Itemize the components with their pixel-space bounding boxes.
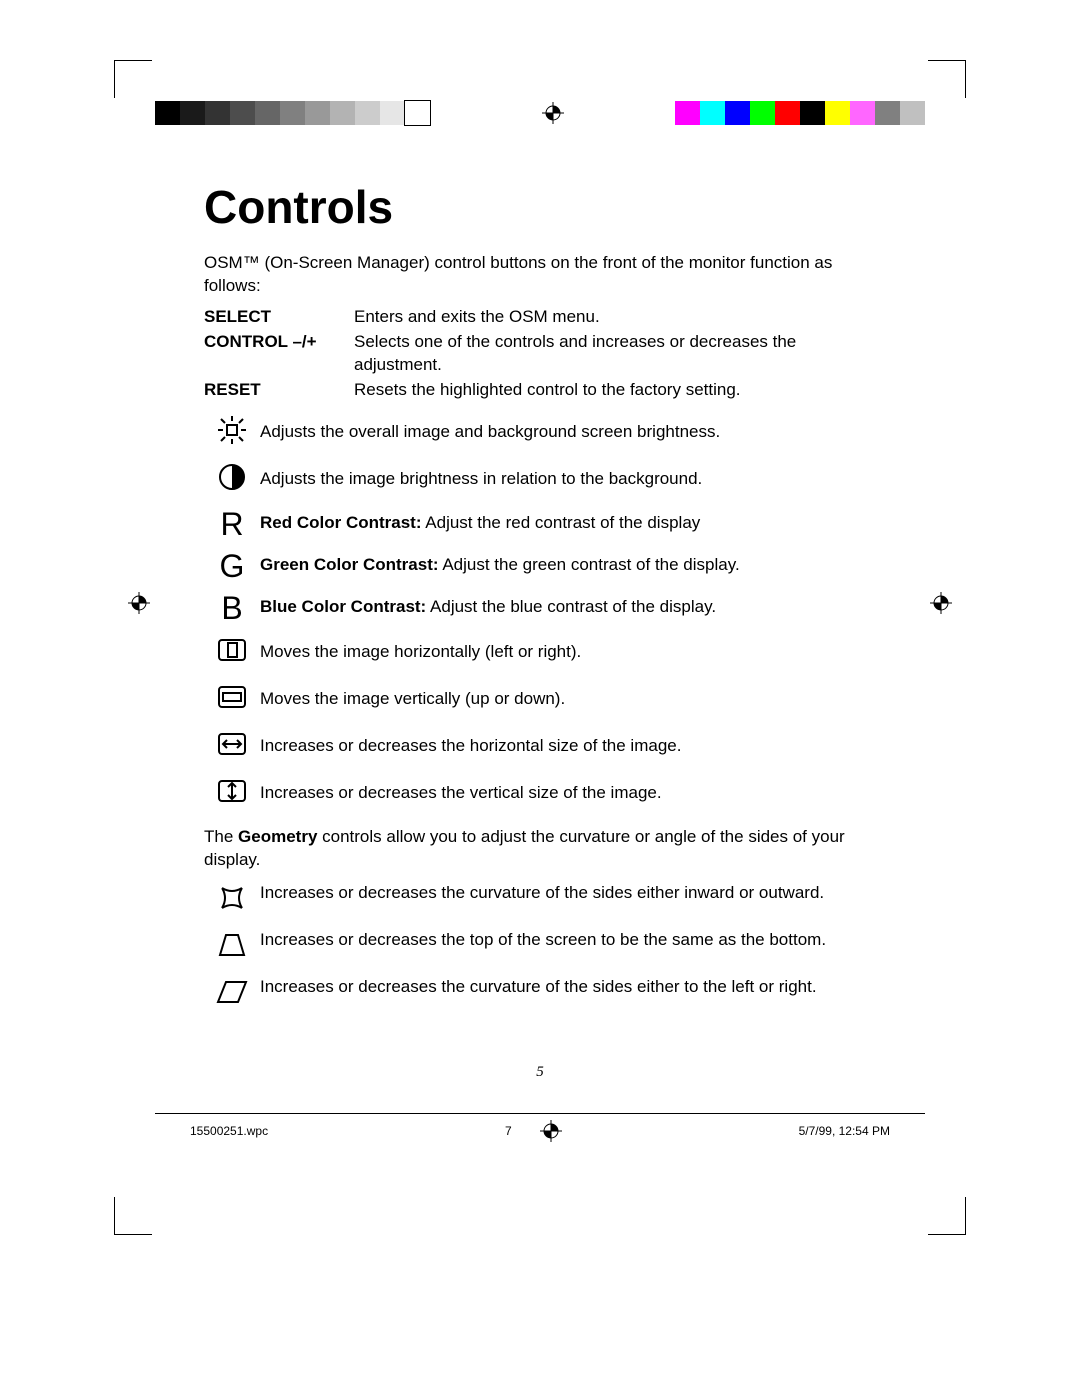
footer-filename: 15500251.wpc xyxy=(190,1124,268,1138)
registration-mark-left-icon xyxy=(128,592,150,614)
control-row: Adjusts the image brightness in relation… xyxy=(204,461,880,498)
control-text: Increases or decreases the horizontal si… xyxy=(260,736,681,755)
control-text: Increases or decreases the vertical size… xyxy=(260,783,662,802)
color-swatch xyxy=(725,101,750,125)
color-swatch xyxy=(850,101,875,125)
registration-mark-footer-icon xyxy=(540,1120,562,1142)
vpos-icon xyxy=(216,681,248,718)
pincushion-icon xyxy=(216,882,248,919)
gray-swatch xyxy=(205,101,230,125)
control-row: Moves the image vertically (up or down). xyxy=(204,681,880,718)
trapezoid-icon xyxy=(216,929,248,966)
page-number: 5 xyxy=(0,1064,1080,1081)
letter-g-icon: G xyxy=(216,550,248,582)
page-footer: 15500251.wpc 7 5/7/99, 12:54 PM xyxy=(190,1120,890,1142)
control-text: Moves the image horizontally (left or ri… xyxy=(260,642,581,661)
page-title: Controls xyxy=(204,180,880,234)
crop-mark-bl xyxy=(114,1197,152,1235)
geometry-row: Increases or decreases the top of the sc… xyxy=(204,929,880,966)
gray-swatch xyxy=(255,101,280,125)
definition-term: RESET xyxy=(204,379,354,402)
control-text: Adjust the red contrast of the display xyxy=(422,513,701,532)
brightness-icon xyxy=(216,414,248,451)
control-bold: Green Color Contrast: xyxy=(260,555,439,574)
definition-row: SELECTEnters and exits the OSM menu. xyxy=(204,306,880,329)
control-text: Adjust the green contrast of the display… xyxy=(439,555,740,574)
color-swatch xyxy=(900,101,925,125)
control-row: Adjusts the overall image and background… xyxy=(204,414,880,451)
page-content: Controls OSM™ (On-Screen Manager) contro… xyxy=(204,170,880,1023)
definitions-list: SELECTEnters and exits the OSM menu.CONT… xyxy=(204,306,880,402)
geometry-text: Increases or decreases the curvature of … xyxy=(260,977,817,996)
vsize-icon xyxy=(216,775,248,812)
color-swatch xyxy=(675,101,700,125)
color-swatch xyxy=(775,101,800,125)
footer-sheet: 7 xyxy=(505,1124,512,1138)
geometry-intro-bold: Geometry xyxy=(238,827,317,846)
hsize-icon xyxy=(216,728,248,765)
crop-mark-tr xyxy=(928,60,966,98)
crop-mark-br xyxy=(928,1197,966,1235)
gray-swatch xyxy=(355,101,380,125)
control-row: Moves the image horizontally (left or ri… xyxy=(204,634,880,671)
control-bold: Blue Color Contrast: xyxy=(260,597,426,616)
letter-b-icon: B xyxy=(216,592,248,624)
geometry-intro-before: The xyxy=(204,827,238,846)
color-swatch xyxy=(750,101,775,125)
gray-swatch xyxy=(230,101,255,125)
control-row: G Green Color Contrast: Adjust the green … xyxy=(204,550,880,582)
intro-paragraph: OSM™ (On-Screen Manager) control buttons… xyxy=(204,252,880,298)
gray-swatch xyxy=(405,101,430,125)
geometry-row: Increases or decreases the curvature of … xyxy=(204,882,880,919)
registration-mark-right-icon xyxy=(930,592,952,614)
control-text: Adjusts the overall image and background… xyxy=(260,422,720,441)
geometry-row: Increases or decreases the curvature of … xyxy=(204,976,880,1013)
geometry-intro: The Geometry controls allow you to adjus… xyxy=(204,826,880,872)
definition-desc: Selects one of the controls and increase… xyxy=(354,331,880,377)
control-row: B Blue Color Contrast: Adjust the blue co… xyxy=(204,592,880,624)
controls-list: Adjusts the overall image and background… xyxy=(204,414,880,812)
color-swatch xyxy=(700,101,725,125)
color-calibration-bar xyxy=(155,101,925,125)
control-row: Increases or decreases the horizontal si… xyxy=(204,728,880,765)
geometry-text: Increases or decreases the curvature of … xyxy=(260,883,824,902)
registration-mark-icon xyxy=(542,102,564,124)
gray-swatch xyxy=(330,101,355,125)
definition-term: CONTROL –/+ xyxy=(204,331,354,377)
hpos-icon xyxy=(216,634,248,671)
definition-term: SELECT xyxy=(204,306,354,329)
control-row: Increases or decreases the vertical size… xyxy=(204,775,880,812)
geometry-text: Increases or decreases the top of the sc… xyxy=(260,930,826,949)
definition-desc: Resets the highlighted control to the fa… xyxy=(354,379,880,402)
geometry-list: Increases or decreases the curvature of … xyxy=(204,882,880,1013)
color-swatch xyxy=(825,101,850,125)
definition-row: RESETResets the highlighted control to t… xyxy=(204,379,880,402)
crop-mark-tl xyxy=(114,60,152,98)
control-text: Moves the image vertically (up or down). xyxy=(260,689,565,708)
color-swatch xyxy=(875,101,900,125)
gray-swatch xyxy=(305,101,330,125)
gray-swatch xyxy=(155,101,180,125)
parallelogram-icon xyxy=(216,976,248,1013)
definition-desc: Enters and exits the OSM menu. xyxy=(354,306,880,329)
gray-swatch xyxy=(280,101,305,125)
control-text: Adjust the blue contrast of the display. xyxy=(426,597,716,616)
footer-timestamp: 5/7/99, 12:54 PM xyxy=(799,1124,890,1138)
definition-row: CONTROL –/+Selects one of the controls a… xyxy=(204,331,880,377)
control-text: Adjusts the image brightness in relation… xyxy=(260,469,702,488)
color-swatch xyxy=(800,101,825,125)
control-row: R Red Color Contrast: Adjust the red cont… xyxy=(204,508,880,540)
footer-rule xyxy=(155,1113,925,1114)
letter-r-icon: R xyxy=(216,508,248,540)
control-bold: Red Color Contrast: xyxy=(260,513,422,532)
gray-swatch xyxy=(380,101,405,125)
contrast-icon xyxy=(216,461,248,498)
gray-swatch xyxy=(180,101,205,125)
